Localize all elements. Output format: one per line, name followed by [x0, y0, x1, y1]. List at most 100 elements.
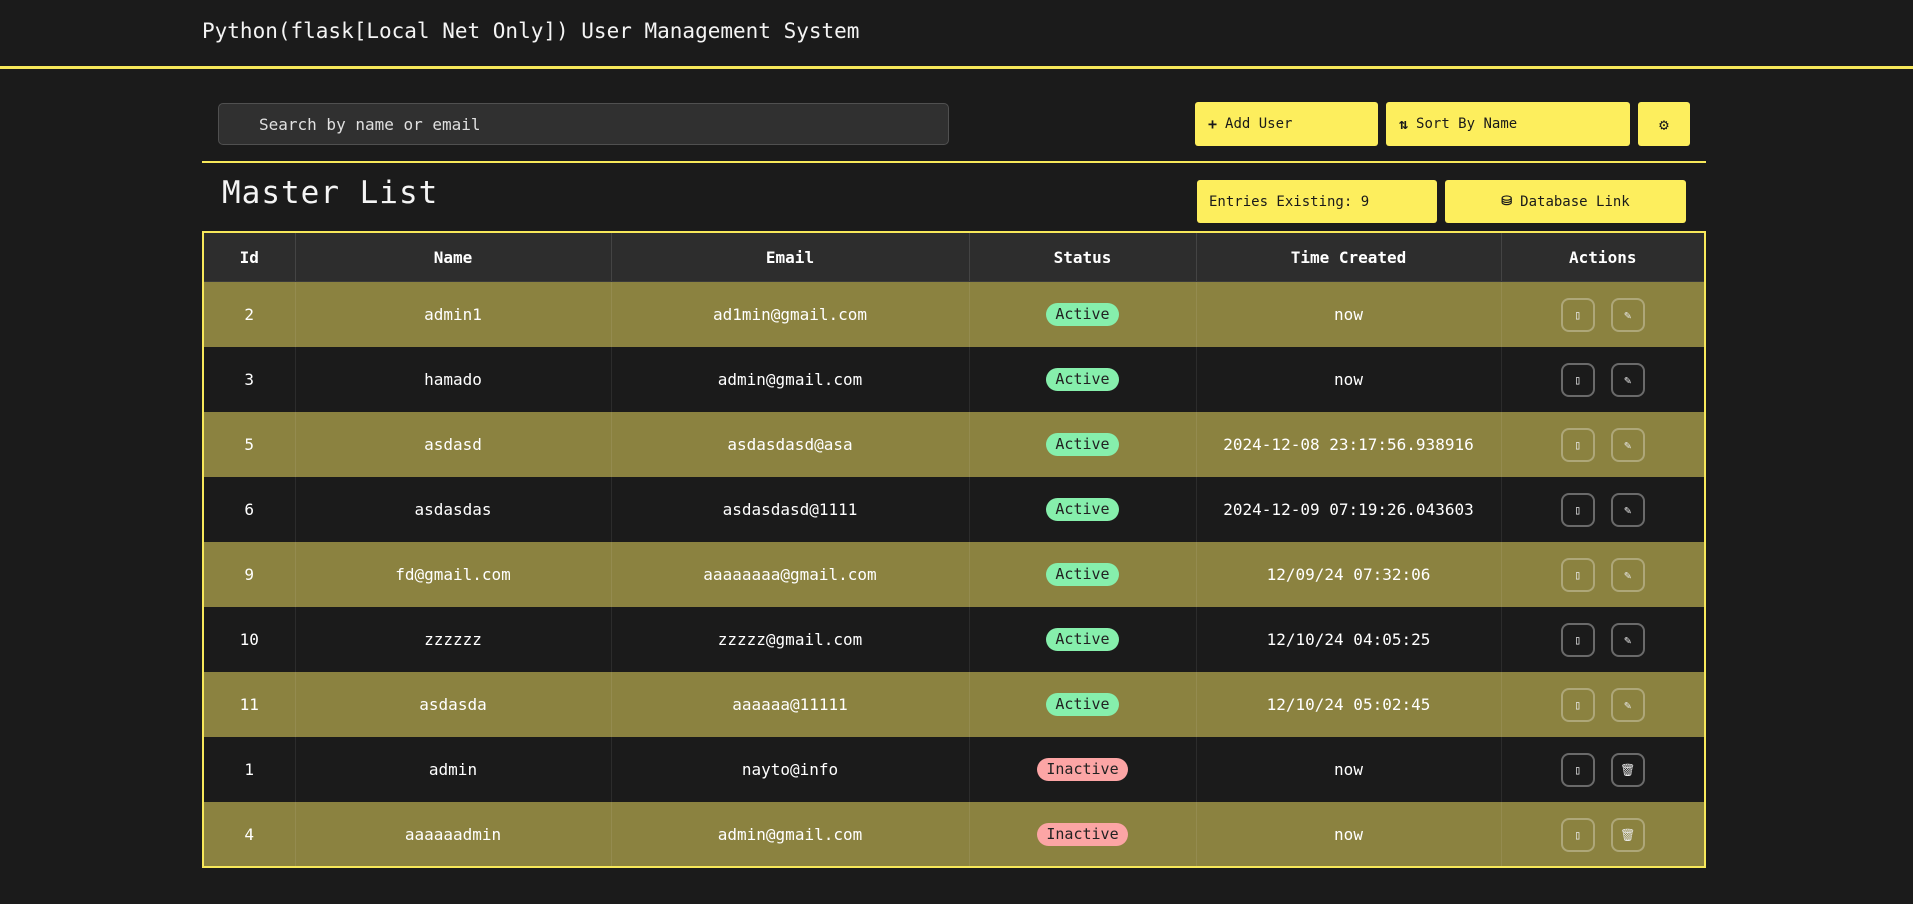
- cell-time-created: 12/10/24 05:02:45: [1196, 672, 1502, 737]
- cell-email: aaaaaa@11111: [611, 672, 970, 737]
- cell-email: asdasdasd@asa: [611, 412, 970, 477]
- cell-email: nayto@info: [611, 737, 970, 802]
- cell-status: Inactive: [969, 802, 1197, 866]
- deactivate-button[interactable]: ▯: [1560, 492, 1595, 527]
- cell-time-created: now: [1196, 802, 1502, 866]
- sort-label: Sort By Name: [1416, 116, 1518, 132]
- header-status: Status: [969, 233, 1197, 282]
- cell-status: Active: [969, 607, 1197, 672]
- gear-icon: ⚙: [1659, 114, 1669, 134]
- entries-count-badge: Entries Existing: 9: [1197, 180, 1437, 223]
- cell-name: admin1: [295, 281, 612, 347]
- toggle-off-icon: ▯: [1574, 567, 1582, 582]
- cell-id: 4: [204, 802, 296, 866]
- cell-name: asdasd: [295, 412, 612, 477]
- edit-icon: ✎: [1624, 567, 1632, 582]
- add-user-button[interactable]: + Add User: [1195, 102, 1378, 146]
- edit-button[interactable]: ✎: [1610, 362, 1645, 397]
- add-user-label: Add User: [1225, 116, 1293, 132]
- header-actions: Actions: [1501, 233, 1704, 282]
- settings-button[interactable]: ⚙: [1638, 102, 1690, 146]
- edit-button[interactable]: ✎: [1610, 687, 1645, 722]
- cell-status: Active: [969, 542, 1197, 607]
- cell-actions: ▯ 🗑: [1501, 802, 1704, 866]
- deactivate-button[interactable]: ▯: [1560, 687, 1595, 722]
- cell-id: 3: [204, 347, 296, 412]
- cell-status: Active: [969, 477, 1197, 542]
- search-input[interactable]: [218, 103, 949, 145]
- deactivate-button[interactable]: ▯: [1560, 427, 1595, 462]
- activate-button[interactable]: ▯: [1560, 817, 1595, 852]
- edit-button[interactable]: ✎: [1610, 557, 1645, 592]
- edit-icon: ✎: [1624, 372, 1632, 387]
- table-row: 11 asdasda aaaaaa@11111 Active 12/10/24 05:0…: [204, 672, 1704, 737]
- database-link-label: Database Link: [1520, 193, 1630, 210]
- section-divider: [202, 161, 1706, 163]
- table-row: 2 admin1 ad1min@gmail.com Active now ▯ ✎: [204, 281, 1704, 347]
- header-id: Id: [204, 233, 296, 282]
- toggle-on-icon: ▯: [1574, 762, 1582, 777]
- cell-email: aaaaaaaa@gmail.com: [611, 542, 970, 607]
- activate-button[interactable]: ▯: [1560, 752, 1595, 787]
- top-bar: Python(flask[Local Net Only]) User Manag…: [0, 0, 1913, 69]
- edit-button[interactable]: ✎: [1610, 622, 1645, 657]
- deactivate-button[interactable]: ▯: [1560, 622, 1595, 657]
- status-badge: Active: [1046, 498, 1119, 521]
- database-link-button[interactable]: ⛁ Database Link: [1445, 180, 1686, 223]
- sort-icon: ⇅: [1399, 115, 1409, 133]
- cell-actions: ▯ ✎: [1501, 412, 1704, 477]
- cell-name: asdasdas: [295, 477, 612, 542]
- table-header-row: Id Name Email Status Time Created Action…: [204, 233, 1704, 282]
- status-badge: Active: [1046, 563, 1119, 586]
- cell-time-created: 2024-12-08 23:17:56.938916: [1196, 412, 1502, 477]
- edit-button[interactable]: ✎: [1610, 427, 1645, 462]
- edit-icon: ✎: [1624, 502, 1632, 517]
- cell-time-created: 12/09/24 07:32:06: [1196, 542, 1502, 607]
- cell-status: Active: [969, 281, 1197, 347]
- deactivate-button[interactable]: ▯: [1560, 362, 1595, 397]
- delete-button[interactable]: 🗑: [1610, 817, 1645, 852]
- edit-icon: ✎: [1624, 697, 1632, 712]
- table-row: 10 zzzzzz zzzzz@gmail.com Active 12/10/24 04…: [204, 607, 1704, 672]
- deactivate-button[interactable]: ▯: [1560, 297, 1595, 332]
- users-table: Id Name Email Status Time Created Action…: [204, 233, 1704, 866]
- trash-icon: 🗑: [1620, 827, 1636, 842]
- cell-actions: ▯ ✎: [1501, 347, 1704, 412]
- cell-time-created: now: [1196, 281, 1502, 347]
- toggle-off-icon: ▯: [1574, 632, 1582, 647]
- toggle-off-icon: ▯: [1574, 697, 1582, 712]
- table-row: 1 admin nayto@info Inactive now ▯ 🗑: [204, 737, 1704, 802]
- status-badge: Active: [1046, 368, 1119, 391]
- toggle-off-icon: ▯: [1574, 437, 1582, 452]
- cell-time-created: now: [1196, 737, 1502, 802]
- cell-id: 11: [204, 672, 296, 737]
- users-table-container: Id Name Email Status Time Created Action…: [202, 231, 1706, 868]
- plus-icon: +: [1208, 115, 1218, 133]
- cell-name: aaaaaadmin: [295, 802, 612, 866]
- cell-id: 5: [204, 412, 296, 477]
- edit-button[interactable]: ✎: [1610, 297, 1645, 332]
- sort-by-name-button[interactable]: ⇅ Sort By Name: [1386, 102, 1630, 146]
- toggle-off-icon: ▯: [1574, 372, 1582, 387]
- cell-actions: ▯ ✎: [1501, 542, 1704, 607]
- edit-button[interactable]: ✎: [1610, 492, 1645, 527]
- status-badge: Active: [1046, 693, 1119, 716]
- cell-email: zzzzz@gmail.com: [611, 607, 970, 672]
- cell-time-created: now: [1196, 347, 1502, 412]
- header-name: Name: [295, 233, 612, 282]
- cell-time-created: 2024-12-09 07:19:26.043603: [1196, 477, 1502, 542]
- cell-actions: ▯ ✎: [1501, 672, 1704, 737]
- status-badge: Inactive: [1037, 758, 1128, 781]
- database-icon: ⛁: [1501, 194, 1513, 209]
- cell-id: 2: [204, 281, 296, 347]
- header-time-created: Time Created: [1196, 233, 1502, 282]
- cell-actions: ▯ ✎: [1501, 477, 1704, 542]
- cell-email: ad1min@gmail.com: [611, 281, 970, 347]
- table-row: 5 asdasd asdasdasd@asa Active 2024-12-08 23:…: [204, 412, 1704, 477]
- deactivate-button[interactable]: ▯: [1560, 557, 1595, 592]
- cell-name: fd@gmail.com: [295, 542, 612, 607]
- cell-status: Active: [969, 672, 1197, 737]
- status-badge: Active: [1046, 433, 1119, 456]
- delete-button[interactable]: 🗑: [1610, 752, 1645, 787]
- status-badge: Active: [1046, 303, 1119, 326]
